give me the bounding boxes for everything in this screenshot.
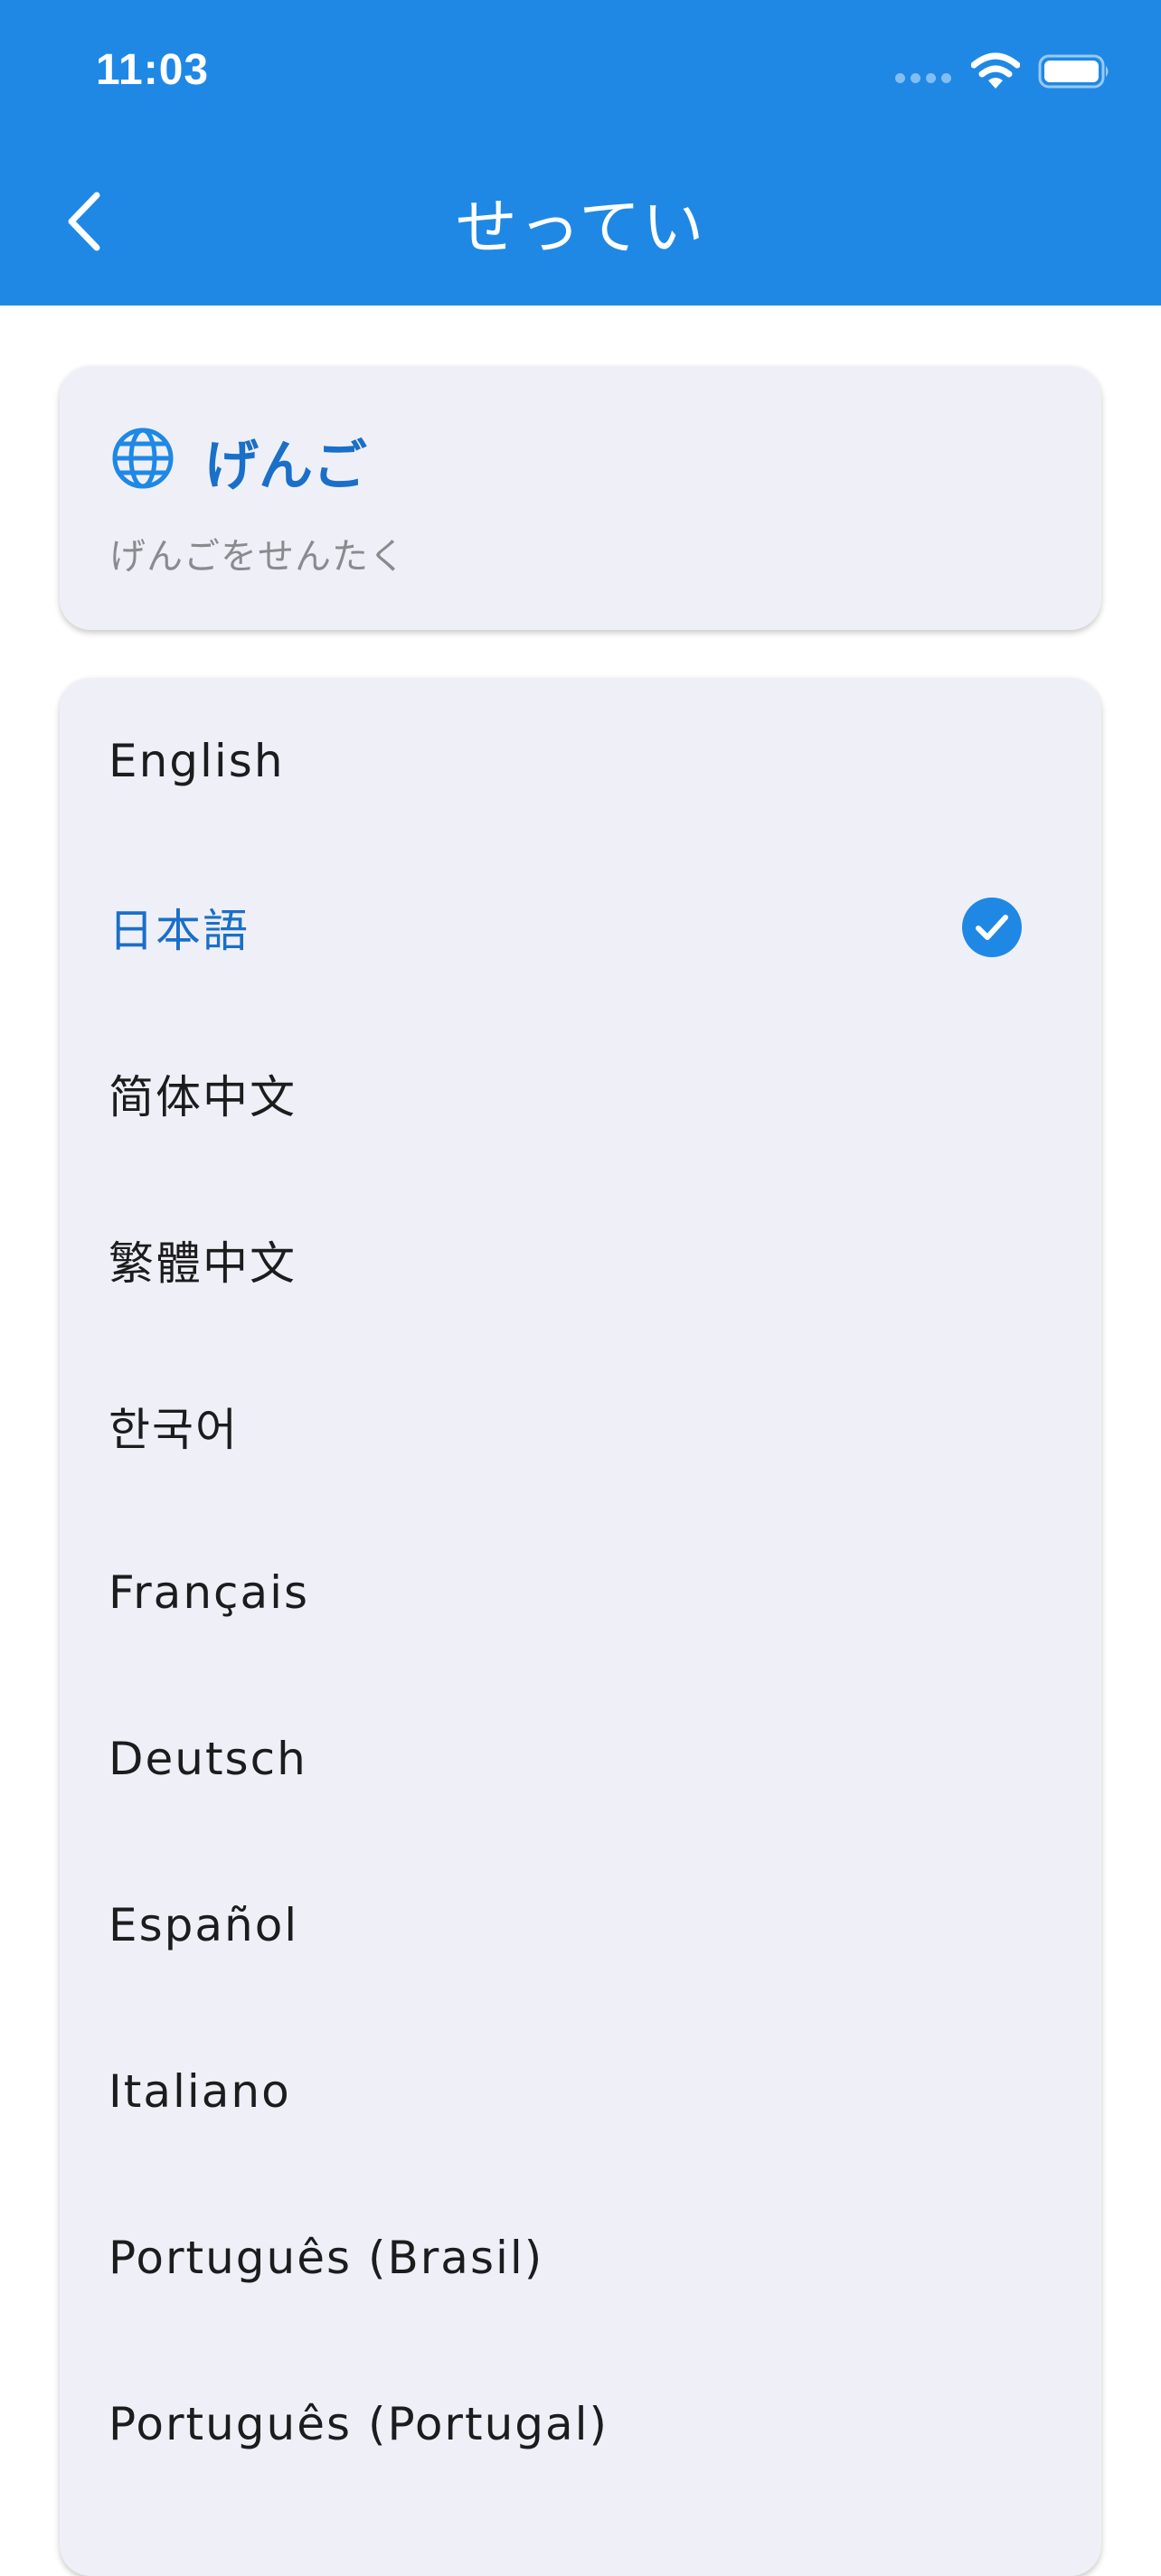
section-title: げんご: [204, 435, 367, 498]
language-label: 繁體中文: [109, 1237, 297, 1290]
wifi-icon: [971, 52, 1020, 89]
page-title: せってい: [455, 193, 706, 264]
language-option-english[interactable]: English: [60, 678, 1101, 844]
language-option-korean[interactable]: 한국어: [60, 1343, 1101, 1509]
app-bar: 11:03 せってい: [0, 0, 1161, 306]
language-option-italian[interactable]: Italiano: [60, 2008, 1101, 2175]
language-option-simplified-chinese[interactable]: 简体中文: [60, 1011, 1101, 1177]
language-label: Português (Portugal): [109, 2398, 609, 2450]
language-section-card: げんご げんごをせんたく: [60, 366, 1101, 630]
status-icons: [895, 52, 1110, 90]
section-subtitle: げんごをせんたく: [109, 536, 406, 578]
language-label: Français: [109, 1566, 310, 1619]
language-option-french[interactable]: Français: [60, 1509, 1101, 1676]
language-label: Italiano: [109, 2065, 291, 2118]
language-option-german[interactable]: Deutsch: [60, 1676, 1101, 1842]
language-label: English: [109, 735, 285, 787]
language-option-japanese[interactable]: 日本語: [60, 844, 1101, 1011]
language-list: English 日本語 简体中文 繁體中文 한국어 Français Deuts…: [60, 678, 1101, 2576]
language-label: Português (Brasil): [109, 2232, 544, 2284]
language-option-spanish[interactable]: Español: [60, 1842, 1101, 2008]
battery-icon: [1038, 54, 1109, 89]
language-label: 한국어: [109, 1404, 239, 1456]
language-option-portuguese-portugal[interactable]: Português (Portugal): [60, 2341, 1101, 2507]
signal-dots-icon: [895, 72, 951, 83]
language-label: Deutsch: [109, 1733, 307, 1785]
language-label: 简体中文: [109, 1071, 297, 1123]
check-circle-icon: [962, 898, 1022, 957]
language-label: 日本語: [109, 905, 250, 957]
language-label: Español: [109, 1899, 299, 1951]
globe-icon: [112, 428, 174, 489]
language-option-portuguese-brazil[interactable]: Português (Brasil): [60, 2175, 1101, 2341]
status-time: 11:03: [96, 46, 210, 94]
language-option-traditional-chinese[interactable]: 繁體中文: [60, 1177, 1101, 1343]
